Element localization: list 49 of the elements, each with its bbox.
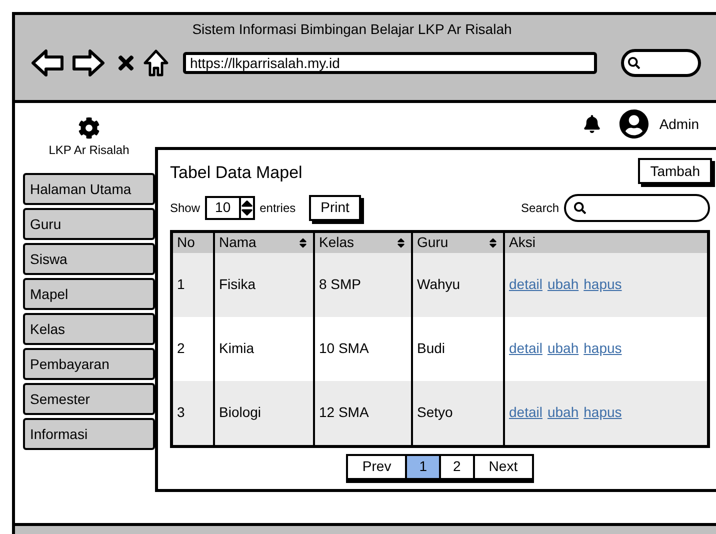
sidebar-item[interactable]: Pembayaran (23, 348, 155, 380)
brand-name: LKP Ar Risalah (48, 142, 130, 159)
user-name[interactable]: Admin (659, 114, 699, 134)
table-cell-text: 2 (176, 339, 186, 358)
window-title: Sistem Informasi Bimbingan Belajar LKP Ar Risalah (191, 20, 513, 39)
sort-icon[interactable] (487, 236, 499, 248)
stepper-arrows-icon (238, 198, 253, 218)
back-icon[interactable] (31, 48, 65, 78)
action-link[interactable]: hapus (584, 402, 622, 423)
search-field[interactable] (621, 49, 701, 77)
search-label: Search (520, 200, 559, 216)
sidebar-item[interactable]: Semester (23, 383, 155, 415)
bell-icon[interactable] (583, 115, 602, 133)
home-icon[interactable] (143, 49, 169, 77)
action-link[interactable]: ubah (547, 274, 579, 295)
sidebar-item[interactable]: Siswa (23, 243, 155, 275)
sidebar-item[interactable]: Mapel (23, 278, 155, 310)
search-icon (574, 202, 586, 214)
table-cell: 12 SMA (313, 380, 411, 444)
table-search-field[interactable] (564, 194, 710, 222)
table-cell-text: 1 (176, 275, 186, 294)
entries-label: entries (260, 200, 296, 216)
sidebar-item[interactable]: Informasi (23, 418, 155, 450)
sidebar-item[interactable]: Guru (23, 208, 155, 240)
action-link[interactable]: detail (509, 274, 542, 295)
search-icon (628, 57, 640, 69)
action-link[interactable]: detail (509, 402, 542, 423)
sort-icon[interactable] (297, 236, 309, 248)
table-cell: Setyo (411, 380, 503, 444)
table-cell-text: 3 (176, 403, 186, 422)
action-link[interactable]: hapus (584, 338, 622, 359)
add-button[interactable]: Tambah (638, 158, 712, 184)
entries-stepper[interactable]: 10 (205, 196, 255, 220)
action-link[interactable]: ubah (547, 338, 579, 359)
forward-icon[interactable] (71, 48, 105, 78)
page-button[interactable]: 1 (405, 456, 439, 478)
action-link[interactable]: hapus (584, 274, 622, 295)
address-bar[interactable]: https://lkparrisalah.my.id (183, 52, 597, 74)
column-header[interactable]: No (173, 232, 213, 252)
table-cell: Biologi (213, 380, 313, 444)
show-label: Show (170, 200, 200, 216)
sort-icon[interactable] (395, 236, 407, 248)
sidebar-item[interactable]: Kelas (23, 313, 155, 345)
action-link[interactable]: detail (509, 338, 542, 359)
sidebar-item[interactable]: Halaman Utama (23, 173, 155, 205)
user-avatar-icon[interactable] (619, 109, 650, 139)
panel-title: Tabel Data Mapel (170, 162, 302, 184)
action-link[interactable]: ubah (547, 402, 579, 423)
gear-icon (78, 117, 100, 139)
